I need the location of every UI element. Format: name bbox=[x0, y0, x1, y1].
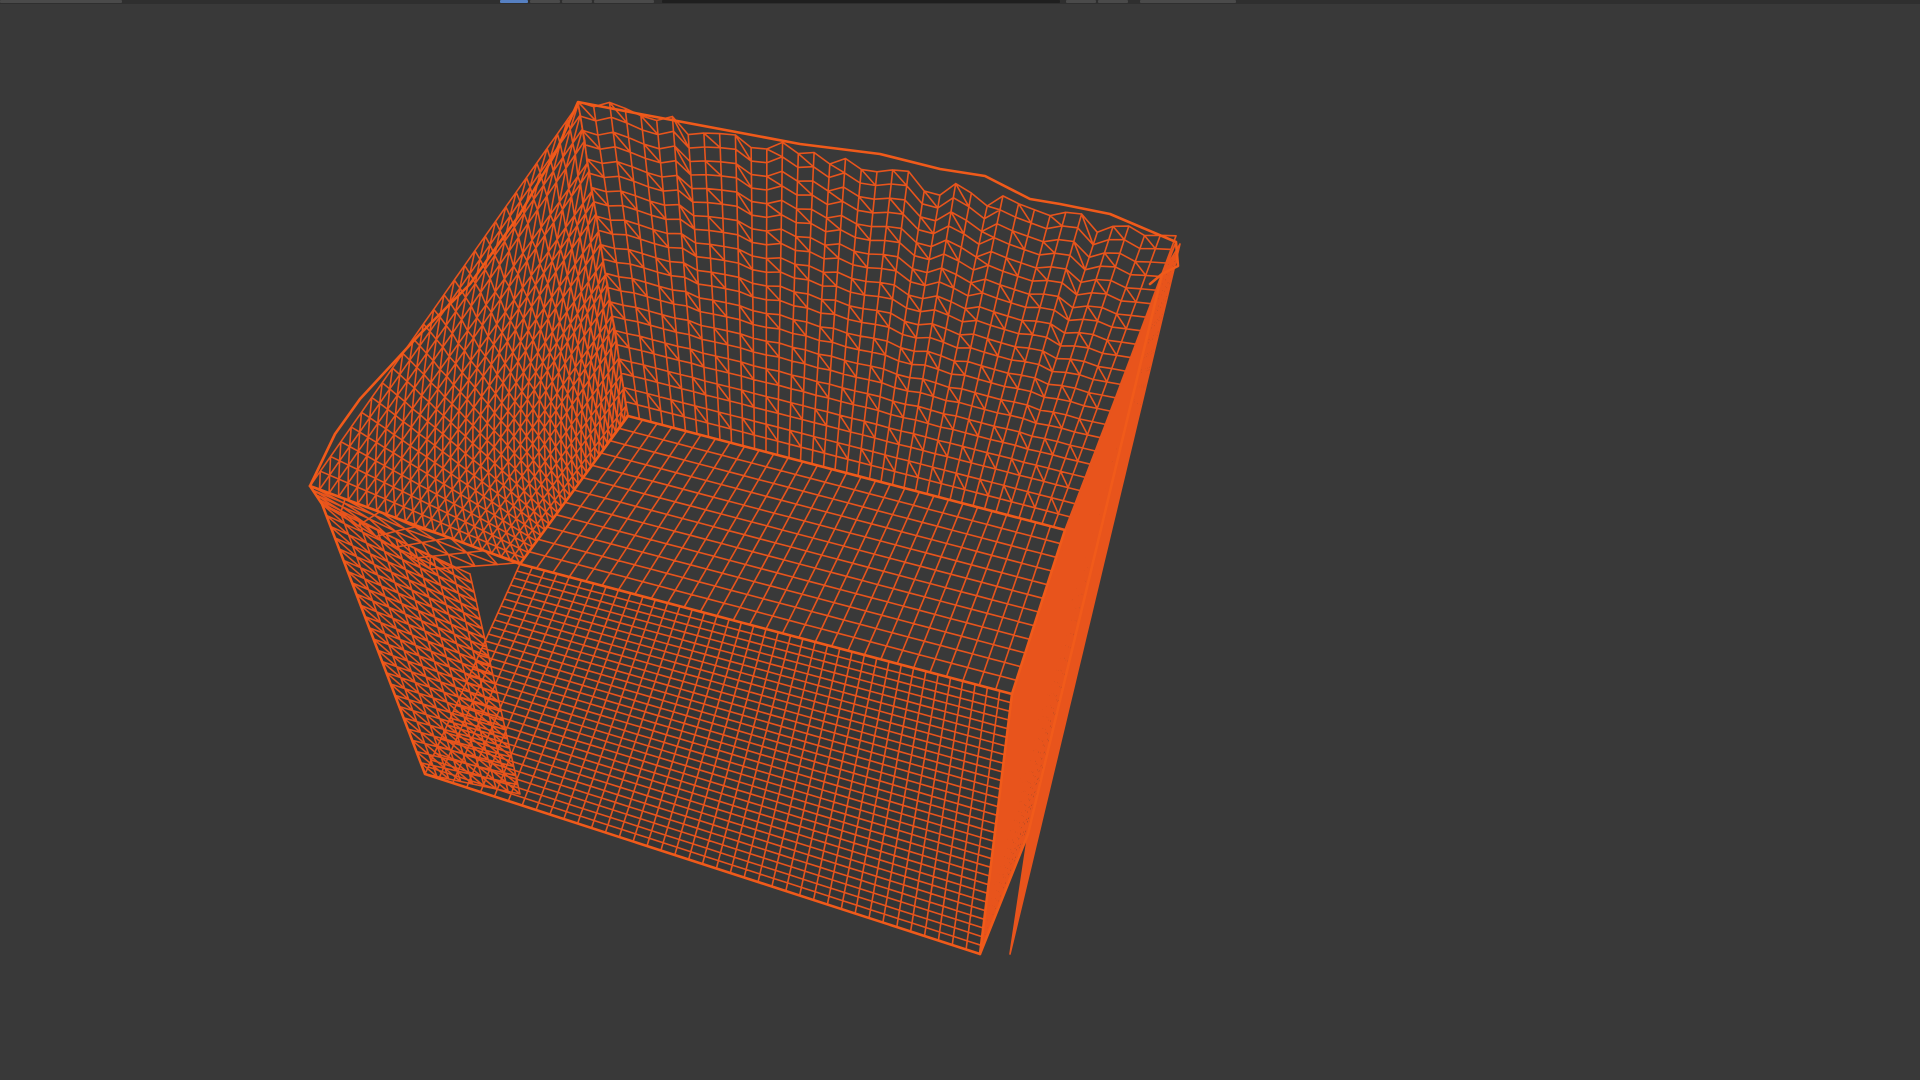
blender-window bbox=[0, 0, 1920, 1080]
header-left-segment[interactable] bbox=[0, 0, 122, 3]
header-field[interactable] bbox=[662, 0, 1060, 3]
left-wall-wire bbox=[309, 103, 629, 565]
back-wall-wire bbox=[577, 101, 1177, 531]
mode-button-3[interactable] bbox=[594, 0, 654, 3]
mode-button-2[interactable] bbox=[562, 0, 592, 3]
viewport-canvas[interactable] bbox=[0, 4, 1920, 1080]
editor-type-button[interactable] bbox=[500, 0, 528, 3]
mode-button-1[interactable] bbox=[530, 0, 560, 3]
wireframe-cube-mesh[interactable] bbox=[308, 100, 1181, 956]
shading-button-2[interactable] bbox=[1098, 0, 1128, 3]
shading-button-1[interactable] bbox=[1066, 0, 1096, 3]
3d-viewport[interactable] bbox=[0, 4, 1920, 1080]
shading-button-3[interactable] bbox=[1140, 0, 1236, 3]
